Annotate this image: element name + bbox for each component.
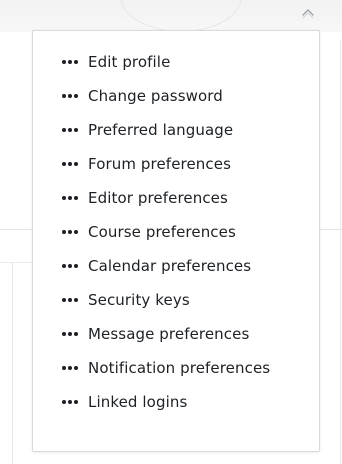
menu-item-label: Calendar preferences (88, 257, 252, 275)
menu-item-change-password[interactable]: Change password (33, 79, 319, 113)
background-divider (0, 229, 34, 230)
menu-item-course-preferences[interactable]: Course preferences (33, 215, 319, 249)
preferences-dropdown-menu: Edit profile Change password Preferred l… (32, 30, 320, 452)
menu-item-forum-preferences[interactable]: Forum preferences (33, 147, 319, 181)
dots-icon (62, 162, 78, 166)
menu-item-label: Preferred language (88, 121, 234, 139)
dots-icon (62, 332, 78, 336)
menu-item-label: Course preferences (88, 223, 236, 241)
background-divider (340, 40, 341, 464)
dots-icon (62, 298, 78, 302)
menu-item-label: Message preferences (88, 325, 250, 343)
menu-item-security-keys[interactable]: Security keys (33, 283, 319, 317)
menu-item-calendar-preferences[interactable]: Calendar preferences (33, 249, 319, 283)
dots-icon (62, 230, 78, 234)
dots-icon (62, 94, 78, 98)
dots-icon (62, 264, 78, 268)
menu-item-notification-preferences[interactable]: Notification preferences (33, 351, 319, 385)
menu-item-label: Editor preferences (88, 189, 228, 207)
menu-item-linked-logins[interactable]: Linked logins (33, 385, 319, 419)
menu-item-label: Notification preferences (88, 359, 271, 377)
menu-item-label: Forum preferences (88, 155, 231, 173)
menu-item-message-preferences[interactable]: Message preferences (33, 317, 319, 351)
dots-icon (62, 128, 78, 132)
menu-item-label: Edit profile (88, 53, 171, 71)
preferences-menu-list: Edit profile Change password Preferred l… (33, 31, 319, 419)
dropdown-caret-icon[interactable] (300, 6, 316, 20)
dots-icon (62, 400, 78, 404)
dots-icon (62, 366, 78, 370)
dots-icon (62, 196, 78, 200)
background-divider (12, 262, 13, 464)
background-divider (320, 229, 342, 230)
menu-item-preferred-language[interactable]: Preferred language (33, 113, 319, 147)
menu-item-label: Linked logins (88, 393, 188, 411)
menu-item-editor-preferences[interactable]: Editor preferences (33, 181, 319, 215)
menu-item-edit-profile[interactable]: Edit profile (33, 45, 319, 79)
menu-item-label: Security keys (88, 291, 190, 309)
dots-icon (62, 60, 78, 64)
menu-item-label: Change password (88, 87, 223, 105)
background-divider (0, 262, 34, 263)
